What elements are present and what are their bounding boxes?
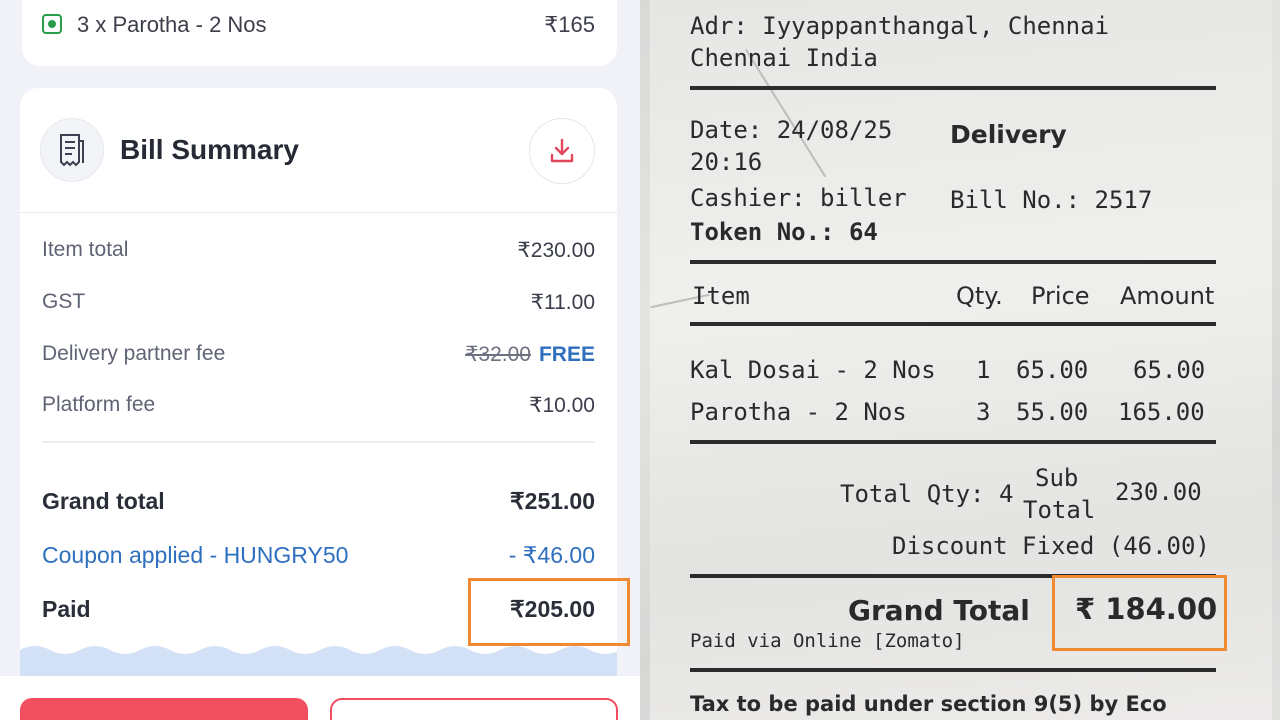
receipt-grand-total-label: Grand Total (848, 594, 1030, 627)
delivery-fee-free: FREE (538, 343, 595, 366)
grand-total-row: Grand total ₹251.00 (42, 488, 595, 515)
receipt-paid-via: Paid via Online [Zomato] (690, 630, 965, 652)
receipt-col-amount: Amount (1120, 282, 1215, 310)
bottom-action-bar (0, 676, 640, 720)
gst-value: ₹11.00 (530, 291, 595, 314)
coupon-row: Coupon applied - HUNGRY50 - ₹46.00 (42, 542, 595, 569)
veg-indicator-icon (42, 14, 62, 34)
receipt-item-qty: 3 (976, 398, 991, 426)
platform-fee-value: ₹10.00 (529, 394, 595, 417)
delivery-fee-original: ₹32.00 (465, 343, 531, 366)
order-item-name: 3 x Parotha - 2 Nos (77, 12, 267, 37)
download-icon (550, 138, 574, 163)
receipt-col-qty: Qty. (956, 282, 1003, 310)
secondary-action-button[interactable] (330, 698, 618, 720)
coupon-value: - ₹46.00 (508, 542, 595, 568)
receipt-tax-note: Tax to be paid under section 9(5) by Eco (690, 692, 1167, 716)
receipt-col-item: Item (692, 282, 750, 310)
bill-summary-title: Bill Summary (120, 134, 299, 165)
app-screenshot-panel: 3 x Parotha - 2 Nos ₹165 Bill Summary It… (0, 0, 640, 720)
order-item-card: 3 x Parotha - 2 Nos ₹165 (22, 0, 617, 66)
receipt-item-amount: 65.00 (1133, 356, 1206, 384)
receipt-total-qty: Total Qty: 4 (840, 480, 1014, 508)
receipt-subtotal-label-2: Total (1023, 496, 1096, 524)
receipt-bill-no: Bill No.: 2517 (950, 186, 1153, 214)
delivery-fee-label: Delivery partner fee (42, 342, 226, 365)
receipt-item-price: 55.00 (1016, 398, 1089, 426)
paid-label: Paid (42, 596, 91, 622)
receipt-icon (40, 118, 104, 182)
header-divider (20, 212, 617, 213)
receipt-address-line1: Adr: Iyyappanthangal, Chennai (690, 12, 1110, 40)
receipt-subtotal-value: 230.00 (1115, 478, 1202, 506)
receipt-item-name: Kal Dosai - 2 Nos (690, 356, 936, 384)
download-button[interactable] (529, 118, 595, 184)
item-total-row: Item total ₹230.00 (42, 238, 595, 263)
receipt-cashier: Cashier: biller (690, 184, 907, 212)
platform-fee-label: Platform fee (42, 393, 156, 416)
receipt-rule (690, 440, 1216, 444)
gst-row: GST ₹11.00 (42, 290, 595, 315)
receipt-time: 20:16 (690, 148, 763, 176)
receipt-subtotal-label-1: Sub (1035, 464, 1079, 492)
receipt-discount: Discount Fixed (46.00) (892, 532, 1210, 560)
receipt-item-name: Parotha - 2 Nos (690, 398, 907, 426)
delivery-fee-row: Delivery partner fee ₹32.00 FREE (42, 342, 595, 367)
receipt-rule (690, 260, 1216, 264)
item-total-label: Item total (42, 238, 129, 261)
item-total-value: ₹230.00 (517, 239, 595, 262)
receipt-rule (690, 86, 1216, 90)
receipt-item-qty: 1 (976, 356, 991, 384)
receipt-token: Token No.: 64 (690, 218, 878, 246)
receipt-col-price: Price (1031, 282, 1090, 310)
receipt-address-line2: Chennai India (690, 44, 878, 72)
gst-label: GST (42, 290, 86, 313)
receipt-item-amount: 165.00 (1118, 398, 1205, 426)
order-item-price: ₹165 (544, 12, 595, 37)
receipt-rule (690, 668, 1216, 672)
grand-total-value: ₹251.00 (510, 488, 595, 514)
bill-summary-card: Bill Summary Item total ₹230.00 GST ₹11.… (20, 88, 617, 660)
coupon-label: Coupon applied - HUNGRY50 (42, 542, 349, 568)
grand-total-highlight-box (1052, 575, 1227, 651)
delivery-fee-values: ₹32.00 FREE (465, 342, 595, 367)
receipt-order-type: Delivery (950, 120, 1067, 149)
platform-fee-row: Platform fee ₹10.00 (42, 393, 595, 418)
receipt-item-price: 65.00 (1016, 356, 1089, 384)
receipt-date: Date: 24/08/25 (690, 116, 893, 144)
grand-total-label: Grand total (42, 488, 165, 514)
totals-divider (42, 441, 595, 443)
receipt-rule (690, 322, 1216, 326)
primary-action-button[interactable] (20, 698, 308, 720)
paid-amount-highlight-box (468, 578, 630, 646)
